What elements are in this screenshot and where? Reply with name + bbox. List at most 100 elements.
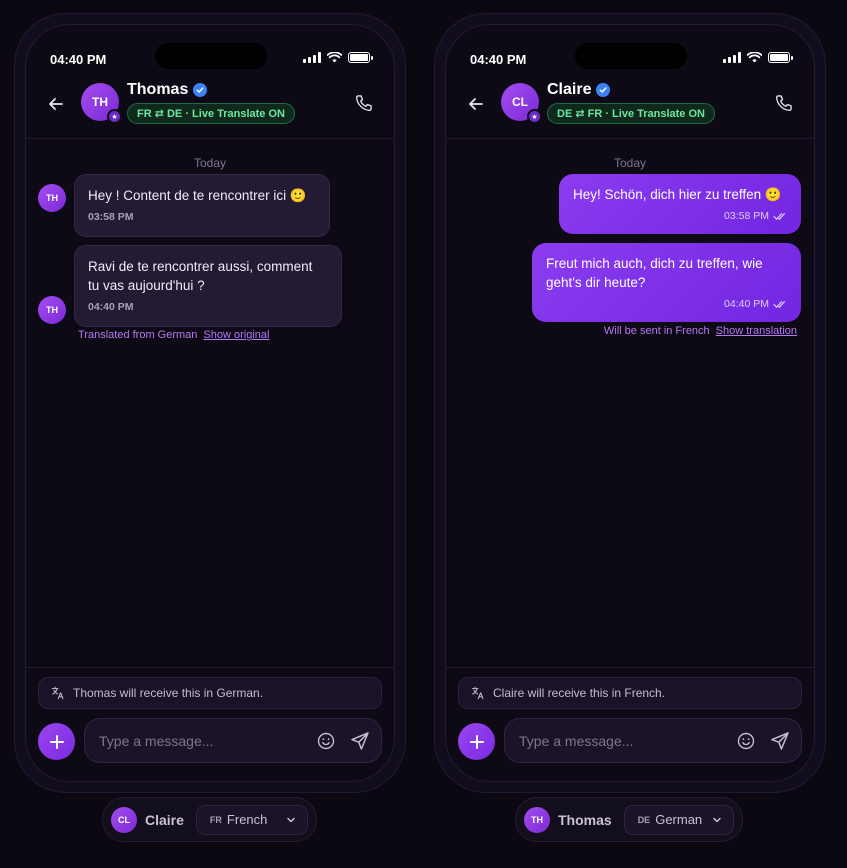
send-icon <box>351 732 369 750</box>
message-text: Hey ! Content de te rencontrer ici 🙂 <box>88 188 307 203</box>
signal-icon <box>723 52 741 63</box>
day-separator: Today <box>613 156 647 170</box>
signal-icon <box>303 52 321 63</box>
message-text-line2: geht's dir heute? <box>546 275 646 290</box>
incoming-message-bubble[interactable]: Hey ! Content de te rencontrer ici 🙂 03:… <box>74 174 330 237</box>
chevron-down-icon <box>713 817 721 822</box>
contact-name-row: Claire <box>547 81 611 99</box>
plus-icon <box>49 734 64 749</box>
arrow-left-icon <box>49 98 63 110</box>
language-name: French <box>226 812 268 827</box>
receive-hint-text: Claire will receive this in French. <box>493 686 666 700</box>
receive-hint-text: Thomas will receive this in German. <box>73 686 264 700</box>
add-attachment-button[interactable] <box>38 723 75 760</box>
message-text-line1: Freut mich auch, dich zu treffen, wie <box>546 256 763 271</box>
add-attachment-button[interactable] <box>458 723 495 760</box>
message-composer <box>504 718 802 763</box>
composer-area: Claire will receive this in French. <box>446 667 814 781</box>
message-text: Hey! Schön, dich hier zu treffen 🙂 <box>573 187 782 202</box>
message-text-line1: Ravi de te rencontrer aussi, comment <box>88 259 313 274</box>
emoji-button[interactable] <box>315 730 337 752</box>
arrow-left-icon <box>469 98 483 110</box>
plus-icon <box>469 734 484 749</box>
status-icons <box>723 52 793 63</box>
star-badge-icon: ★ <box>527 109 542 124</box>
language-code: FR <box>209 814 222 825</box>
verified-check-icon <box>193 83 208 97</box>
emoji-icon <box>737 732 755 750</box>
chevron-down-icon <box>287 817 295 822</box>
language-select[interactable]: DE German <box>623 804 734 835</box>
status-bar: 04:40 PM <box>26 25 394 71</box>
composer-area: Thomas will receive this in German. <box>26 667 394 781</box>
contact-name: Claire <box>547 81 592 98</box>
star-badge-icon: ★ <box>107 109 122 124</box>
back-button[interactable] <box>464 92 488 116</box>
status-bar: 04:40 PM <box>446 25 814 71</box>
message-input[interactable] <box>99 719 299 762</box>
battery-icon <box>348 52 373 63</box>
contact-avatar[interactable]: CL ★ <box>501 83 542 124</box>
avatar-initials: TH <box>92 95 108 109</box>
receive-language-hint: Claire will receive this in French. <box>458 677 802 709</box>
outgoing-message-bubble[interactable]: Freut mich auch, dich zu treffen, wie ge… <box>532 243 801 322</box>
language-code: DE <box>637 814 651 825</box>
status-time: 04:40 PM <box>50 52 107 67</box>
translation-note-text: Translated from German <box>78 329 198 341</box>
translation-note: Translated from German Show original <box>78 329 269 341</box>
battery-icon <box>768 52 793 63</box>
translation-note-text: Will be sent in French <box>603 325 710 337</box>
call-button[interactable] <box>352 91 376 115</box>
live-translate-pill[interactable]: FR ⇄ DE · Live Translate ON <box>127 103 295 124</box>
user-name: Thomas <box>558 811 612 828</box>
live-translate-pill[interactable]: DE ⇄ FR · Live Translate ON <box>547 103 715 124</box>
message-avatar: TH <box>38 296 66 324</box>
message-time: 03:58 PM <box>88 211 134 223</box>
phone-screen: 04:40 PM CL ★ Claire DE ⇄ FR · Live Tran… <box>445 24 815 782</box>
contact-name-row: Thomas <box>127 81 208 99</box>
phone-screen: 04:40 PM TH ★ Thomas FR ⇄ DE · Live Tran… <box>25 24 395 782</box>
language-select[interactable]: FR French <box>195 804 308 835</box>
translate-icon <box>471 686 484 700</box>
chat-header: CL ★ Claire DE ⇄ FR · Live Translate ON <box>446 73 814 139</box>
user-avatar: TH <box>524 806 550 833</box>
message-time: 03:58 PM <box>724 210 769 222</box>
message-composer <box>84 718 382 763</box>
incoming-message-bubble[interactable]: Ravi de te rencontrer aussi, comment tu … <box>74 245 342 327</box>
user-avatar: CL <box>111 806 137 833</box>
user-language-switcher-claire: CL Claire FR French <box>102 797 317 842</box>
translation-note: Will be sent in French Show translation <box>604 325 797 337</box>
contact-avatar[interactable]: TH ★ <box>81 83 122 124</box>
outgoing-message-bubble[interactable]: Hey! Schön, dich hier zu treffen 🙂 03:58… <box>559 174 801 234</box>
send-button[interactable] <box>349 730 371 752</box>
call-button[interactable] <box>772 91 796 115</box>
back-button[interactable] <box>44 92 68 116</box>
message-avatar: TH <box>38 184 66 212</box>
language-name: German <box>655 812 703 827</box>
show-translation-link[interactable]: Show translation <box>716 325 797 337</box>
message-input[interactable] <box>519 719 719 762</box>
receive-language-hint: Thomas will receive this in German. <box>38 677 382 709</box>
message-meta: 04:40 PM <box>546 295 787 314</box>
message-text-line2: tu vas aujourd'hui ? <box>88 278 205 293</box>
phone-thomas-chat: 04:40 PM TH ★ Thomas FR ⇄ DE · Live Tran… <box>14 13 406 793</box>
avatar-initials: CL <box>512 95 528 109</box>
phone-icon <box>776 95 792 112</box>
send-button[interactable] <box>769 730 791 752</box>
chat-header: TH ★ Thomas FR ⇄ DE · Live Translate ON <box>26 73 394 139</box>
wifi-icon <box>747 52 762 63</box>
send-icon <box>771 732 789 750</box>
message-time: 04:40 PM <box>724 298 769 310</box>
translate-icon <box>51 686 64 700</box>
message-meta: 03:58 PM <box>573 207 787 226</box>
show-original-link[interactable]: Show original <box>203 329 269 341</box>
phone-icon <box>356 95 372 112</box>
phone-claire-chat: 04:40 PM CL ★ Claire DE ⇄ FR · Live Tran… <box>434 13 826 793</box>
emoji-button[interactable] <box>735 730 757 752</box>
double-check-icon <box>773 301 785 308</box>
message-time: 04:40 PM <box>88 301 134 313</box>
user-language-switcher-thomas: TH Thomas DE German <box>515 797 743 842</box>
contact-name: Thomas <box>127 81 189 98</box>
emoji-icon <box>317 732 335 750</box>
day-separator: Today <box>193 156 227 170</box>
